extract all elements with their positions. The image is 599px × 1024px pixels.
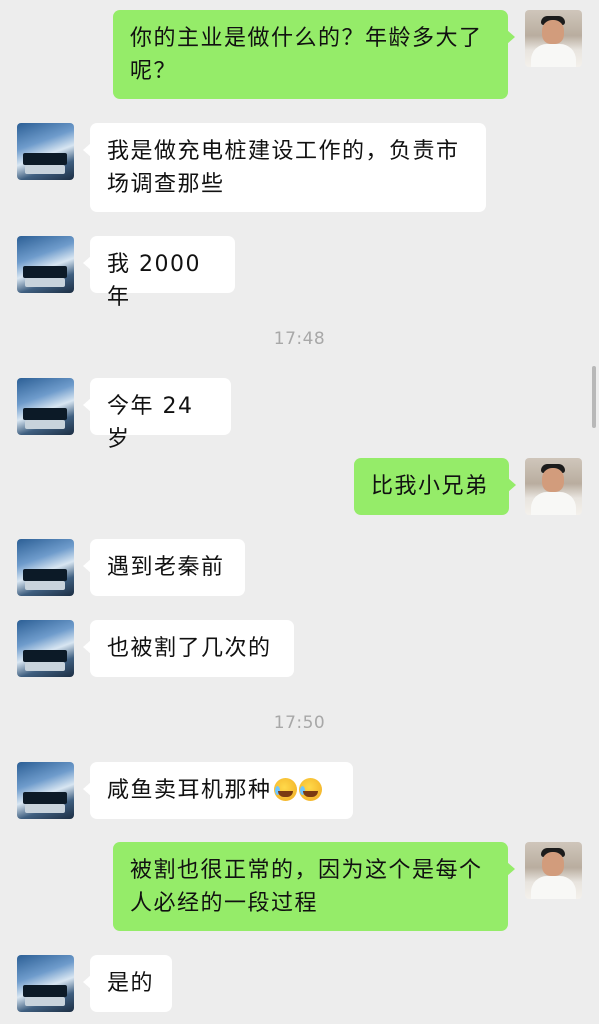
contact-avatar[interactable] xyxy=(17,236,74,293)
message-text-line: 场调查那些 xyxy=(107,172,225,197)
message-text: 是的 xyxy=(107,971,155,996)
scrollbar[interactable] xyxy=(592,366,596,428)
contact-avatar[interactable] xyxy=(17,123,74,180)
timestamp: 17:50 xyxy=(273,713,326,733)
contact-avatar[interactable] xyxy=(17,620,74,677)
message-text: 咸鱼卖耳机那种 xyxy=(107,778,272,803)
chat-message-list[interactable]: 你的主业是做什么的？年龄多大了 呢？ 我是做充电桩建设工作的，负责市 场调查那些… xyxy=(0,0,599,1024)
received-message-bubble[interactable]: 咸鱼卖耳机那种 xyxy=(83,762,353,819)
contact-avatar[interactable] xyxy=(17,955,74,1012)
my-avatar[interactable] xyxy=(525,842,582,899)
received-message-bubble[interactable]: 也被割了几次的 xyxy=(83,620,294,677)
message-text: 我 2000 年 xyxy=(107,252,201,310)
contact-avatar[interactable] xyxy=(17,378,74,435)
received-message-bubble[interactable]: 我 2000 年 xyxy=(83,236,235,310)
message-text-line: 被割也很正常的，因为这个是每个 xyxy=(130,858,483,883)
sent-message-bubble[interactable]: 你的主业是做什么的？年龄多大了 呢？ xyxy=(113,10,515,99)
message-text: 今年 24 岁 xyxy=(107,394,194,452)
received-message-bubble[interactable]: 我是做充电桩建设工作的，负责市 场调查那些 xyxy=(83,123,486,212)
received-message-bubble[interactable]: 遇到老秦前 xyxy=(83,539,245,596)
contact-avatar[interactable] xyxy=(17,539,74,596)
avatar-face-shape xyxy=(542,20,564,44)
avatar-body-shape xyxy=(531,492,576,515)
my-avatar[interactable] xyxy=(525,10,582,67)
avatar-body-shape xyxy=(531,876,576,899)
message-text-line: 我是做充电桩建设工作的，负责市 xyxy=(107,139,460,164)
message-text-line: 呢？ xyxy=(130,59,178,84)
message-text-line: 你的主业是做什么的？年龄多大了 xyxy=(130,26,483,51)
crying-laughing-emoji-icon xyxy=(273,778,297,801)
received-message-bubble[interactable]: 今年 24 岁 xyxy=(83,378,231,452)
avatar-body-shape xyxy=(531,44,576,67)
avatar-face-shape xyxy=(542,852,564,876)
contact-avatar[interactable] xyxy=(17,762,74,819)
my-avatar[interactable] xyxy=(525,458,582,515)
crying-laughing-emoji-icon xyxy=(298,778,322,801)
message-text: 遇到老秦前 xyxy=(107,555,225,580)
avatar-face-shape xyxy=(542,468,564,492)
sent-message-bubble[interactable]: 被割也很正常的，因为这个是每个 人必经的一段过程 xyxy=(113,842,515,931)
sent-message-bubble[interactable]: 比我小兄弟 xyxy=(354,458,516,515)
message-text: 也被割了几次的 xyxy=(107,636,272,661)
timestamp: 17:48 xyxy=(273,329,326,349)
message-text: 比我小兄弟 xyxy=(371,474,489,499)
message-text-line: 人必经的一段过程 xyxy=(130,891,319,916)
received-message-bubble[interactable]: 是的 xyxy=(83,955,172,1012)
